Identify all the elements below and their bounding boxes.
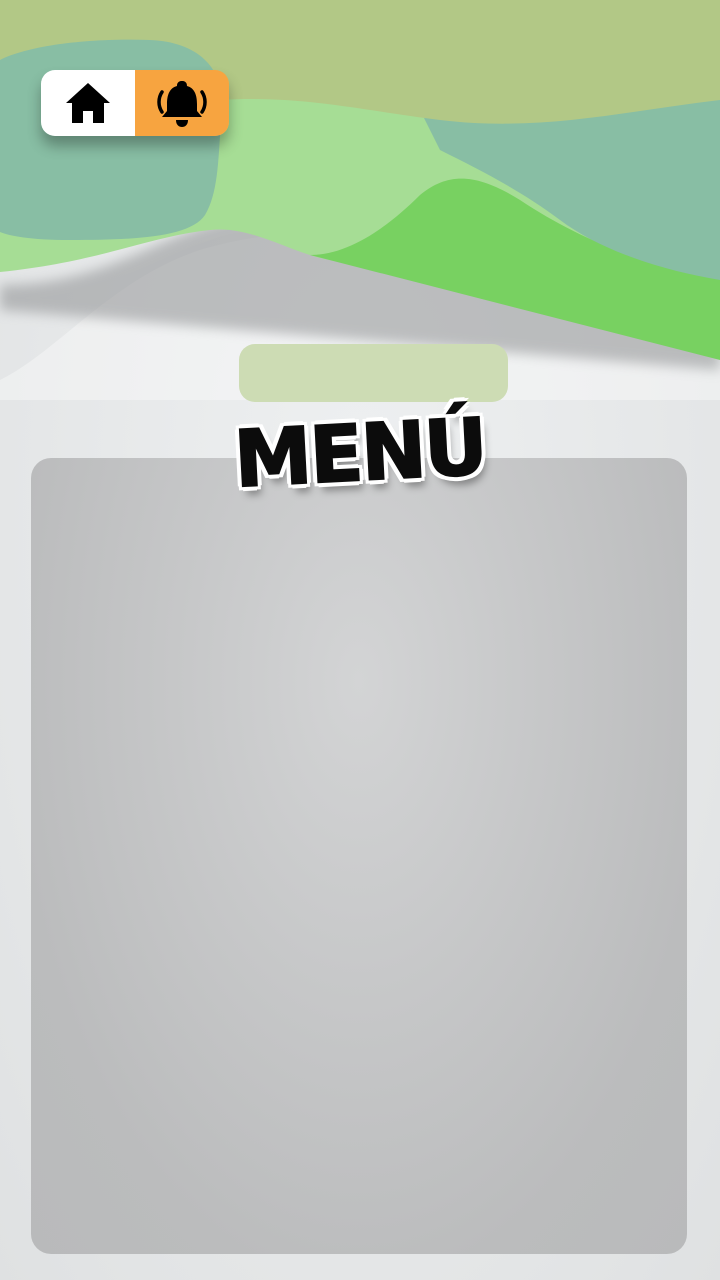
decorative-header-waves (0, 0, 720, 400)
decorative-pill (239, 344, 508, 402)
menu-screen: MENÚ (0, 0, 720, 1280)
menu-panel (31, 458, 687, 1254)
nav-toggle (41, 70, 229, 136)
notifications-button[interactable] (135, 70, 229, 136)
bell-ringing-icon (157, 81, 207, 127)
home-icon (66, 83, 110, 123)
home-button[interactable] (41, 70, 135, 136)
